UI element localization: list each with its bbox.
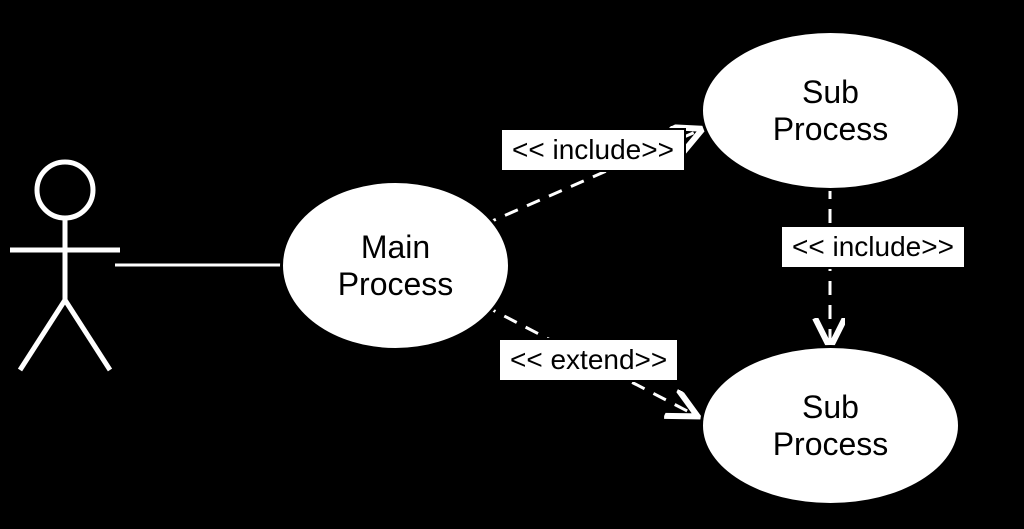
actor-icon <box>5 145 125 385</box>
relation-include-label-1: << include>> <box>500 128 686 172</box>
relation-include-label-2: << include>> <box>780 225 966 269</box>
usecase-sub1-label: SubProcess <box>773 74 889 148</box>
relation-extend-label: << extend>> <box>498 338 679 382</box>
usecase-sub-process-1: SubProcess <box>700 30 961 191</box>
usecase-sub2-label: SubProcess <box>773 389 889 463</box>
usecase-main-process: MainProcess <box>280 180 511 351</box>
usecase-sub-process-2: SubProcess <box>700 345 961 506</box>
usecase-main-label: MainProcess <box>338 229 454 303</box>
